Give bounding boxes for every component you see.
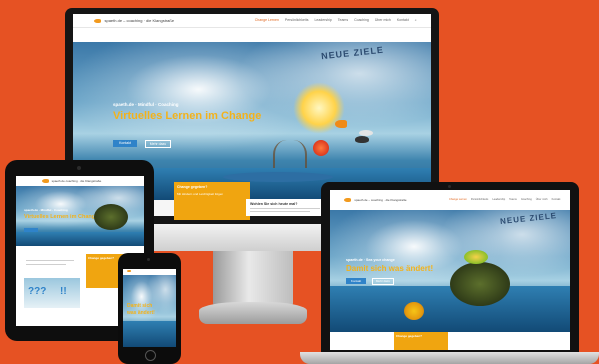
phone-website: Damit sich was ändert! xyxy=(123,269,176,347)
laptop-hero: NEUE ZIELE spaeth.de · Sea your change D… xyxy=(330,210,570,332)
desktop-monitor-stand xyxy=(213,251,293,307)
bird-illustration xyxy=(355,136,369,143)
phone-screen: Damit sich was ändert! xyxy=(123,269,176,347)
desktop-navbar: spaeth.de – coaching · die Klangstraße C… xyxy=(73,14,431,28)
fish-logo-icon xyxy=(41,179,49,183)
balloon-illustration xyxy=(313,140,329,156)
tablet-hero-kicker: spaeth.de · Mindful · Coaching xyxy=(24,208,68,212)
parrot-illustration xyxy=(464,250,488,264)
desktop-contact-button[interactable]: Kontakt xyxy=(113,140,137,147)
laptop-menu-item[interactable]: Coaching xyxy=(521,198,532,201)
desktop-menu-item[interactable]: Leadership xyxy=(314,18,331,22)
camera-icon xyxy=(147,258,150,261)
desktop-logo-text: spaeth.de – coaching · die Klangstraße xyxy=(104,18,175,23)
desktop-menu-item[interactable]: Über mich xyxy=(375,18,391,22)
laptop-menu-item[interactable]: Leadership xyxy=(492,198,505,201)
tablet-hero-headline: Virtuelles Lernen im Change xyxy=(24,214,99,220)
goldfish-illustration xyxy=(335,120,347,128)
laptop-website: spaeth.de – coaching · die Klangstraße C… xyxy=(330,190,570,350)
desktop-white-card: Wohlen Sie sich heute mal? xyxy=(246,199,326,216)
phone-hero: Damit sich was ändert! xyxy=(123,275,176,347)
desktop-logo[interactable]: spaeth.de – coaching · die Klangstraße xyxy=(94,18,174,23)
text-line xyxy=(26,264,66,265)
laptop-more-button[interactable]: Mehr dazu xyxy=(372,278,394,285)
sunflower-illustration xyxy=(404,302,424,320)
tablet-logo-text: spaeth.de coaching · die Klangstraße xyxy=(51,179,102,183)
phone-hero-headline-line2: was ändert! xyxy=(127,310,155,316)
phone-sea xyxy=(123,321,176,347)
laptop-orange-card-title: Change gegeben? xyxy=(396,334,423,338)
desktop-hero-headline: Virtuelles Lernen im Change xyxy=(113,110,262,122)
desktop-monitor-base xyxy=(199,302,307,324)
laptop-navbar: spaeth.de – coaching · die Klangstraße C… xyxy=(330,190,570,211)
desktop-orange-card[interactable]: Change gegeben? Mit Hindern und Leichtig… xyxy=(174,182,250,220)
desktop-menu-item[interactable]: Kontakt xyxy=(397,18,409,22)
laptop-base xyxy=(300,352,599,364)
desktop-menu-item[interactable]: Coaching xyxy=(354,18,369,22)
tablet-sea xyxy=(16,232,144,246)
text-line xyxy=(26,260,74,261)
laptop-logo[interactable]: spaeth.de – coaching · die Klangstraße xyxy=(344,198,407,202)
desktop-orange-card-text: Mit Hindern und Leichtigkeit folgen xyxy=(177,192,224,196)
phone-logo[interactable] xyxy=(127,270,132,272)
tablet-logo[interactable]: spaeth.de coaching · die Klangstraße xyxy=(41,179,102,183)
desktop-menu-item[interactable]: Change Lernen xyxy=(255,18,279,22)
laptop-orange-card[interactable]: Change gegeben? xyxy=(394,332,448,350)
island-illustration xyxy=(223,172,333,182)
tablet-info-card xyxy=(22,254,82,272)
laptop-hero-headline: Damit sich was ändert! xyxy=(346,264,434,273)
laptop-menu-item[interactable]: Teams xyxy=(509,198,517,201)
search-icon[interactable]: ⌕ xyxy=(415,18,417,22)
tablet-hero: spaeth.de · Mindful · Coaching Virtuelle… xyxy=(16,186,144,246)
turtle-illustration xyxy=(94,204,128,230)
exclamation-marks: !! xyxy=(60,286,67,297)
laptop-menu-item[interactable]: Persönlichkeits xyxy=(471,198,488,201)
laptop-sea xyxy=(330,286,570,332)
laptop-screen: spaeth.de – coaching · die Klangstraße C… xyxy=(330,190,570,350)
desktop-more-button[interactable]: Mehr dazu xyxy=(145,140,171,148)
laptop-hero-kicker: spaeth.de · Sea your change xyxy=(346,258,395,262)
laptop-contact-button[interactable]: Kontakt xyxy=(346,278,366,284)
question-marks: ??? xyxy=(28,286,47,297)
desktop-menu-item[interactable]: Teams xyxy=(338,18,348,22)
phone-hero-headline-line1: Damit sich xyxy=(127,303,153,309)
laptop-sign: NEUE ZIELE xyxy=(499,211,558,226)
text-line xyxy=(250,208,320,209)
desktop-card-row: Change gegeben? Mit Hindern und Leichtig… xyxy=(154,182,250,220)
laptop-menu-item[interactable]: Über mich xyxy=(536,198,548,201)
laptop-logo-text: spaeth.de – coaching · die Klangstraße xyxy=(354,198,407,202)
camera-icon xyxy=(77,166,81,170)
desktop-hero-kicker: spaeth.de · Mindful · Coaching xyxy=(113,102,179,107)
laptop-menu-item[interactable]: Kontakt xyxy=(552,198,561,201)
tablet-sky-image: ??? !! xyxy=(24,278,80,308)
desktop-menu-item[interactable]: Persönlichkeits xyxy=(285,18,309,22)
desktop-white-card-title: Wohlen Sie sich heute mal? xyxy=(250,202,298,206)
fish-logo-icon xyxy=(94,18,102,23)
text-line xyxy=(250,211,310,212)
desktop-sign: NEUE ZIELE xyxy=(320,44,385,62)
desktop-menu: Change Lernen Persönlichkeits Leadership… xyxy=(255,18,417,22)
turtle-illustration xyxy=(450,262,510,306)
laptop-menu: Change Lernen Persönlichkeits Leadership… xyxy=(449,198,560,201)
bird-wing-illustration xyxy=(359,130,373,136)
desktop-orange-card-title: Change gegeben? xyxy=(177,185,208,189)
fish-logo-icon xyxy=(344,198,352,202)
camera-icon xyxy=(448,185,451,188)
laptop-menu-item[interactable]: Change Lernen xyxy=(449,198,467,201)
home-button[interactable] xyxy=(145,350,156,361)
fish-logo-icon xyxy=(127,270,132,272)
